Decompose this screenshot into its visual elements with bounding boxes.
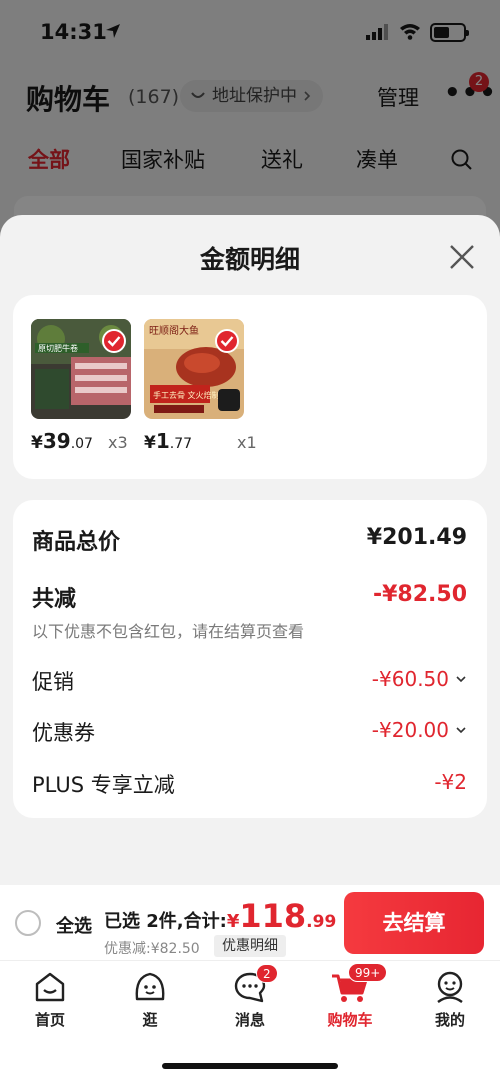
coupon-row-toggle[interactable]: -¥20.00 <box>372 718 467 742</box>
total-reduction-value: -¥82.50 <box>372 582 467 607</box>
home-icon <box>35 972 65 1002</box>
profile-icon <box>437 971 463 1003</box>
total-reduction-label: 共减 <box>32 587 77 612</box>
amount-detail-sheet: 金额明细 原切肥牛卷 ¥39.07 x3 旺顺阁大鱼 手工去骨 文火焙制 ¥1.… <box>0 215 500 890</box>
promotion-row-toggle[interactable]: -¥60.50 <box>372 667 467 691</box>
goods-total-label: 商品总价 <box>32 530 121 555</box>
checked-badge-icon <box>215 329 239 353</box>
home-indicator <box>162 1063 338 1069</box>
cart-badge: 99+ <box>348 963 388 982</box>
discount-note: 以下优惠不包含红包，请在结算页查看 <box>32 622 305 641</box>
checkout-button[interactable]: 去结算 <box>344 892 484 954</box>
tab-browse[interactable]: 逛 <box>110 969 190 1030</box>
tab-home[interactable]: 首页 <box>10 969 90 1030</box>
item-quantity: x1 <box>237 433 257 452</box>
sheet-title: 金额明细 <box>199 245 300 274</box>
price-summary-card: 商品总价 ¥201.49 共减 -¥82.50 以下优惠不包含红包，请在结算页查… <box>13 500 487 818</box>
promotion-value: -¥60.50 <box>371 667 449 691</box>
checkout-bar: 全选 已选 2件,合计: ¥118.99 优惠减:¥82.50 优惠明细 去结算 <box>0 885 500 960</box>
tab-profile[interactable]: 我的 <box>410 969 490 1030</box>
saved-amount: 优惠减:¥82.50 <box>104 941 200 957</box>
plus-discount-label: PLUS 专享立减 <box>32 773 175 797</box>
selected-total: 已选 2件,合计: ¥118.99 <box>104 897 337 935</box>
plus-discount-value: -¥2 <box>434 770 467 794</box>
tab-cart[interactable]: 购物车 99+ <box>310 963 390 1030</box>
thumbnail-caption: 原切肥牛卷 <box>38 343 78 353</box>
select-all-checkbox[interactable] <box>15 910 41 936</box>
coupon-label: 优惠券 <box>32 721 95 745</box>
discount-detail-button[interactable]: 优惠明细 <box>214 935 286 957</box>
message-badge: 2 <box>256 964 278 983</box>
thumbnail-caption: 旺顺阁大鱼 <box>149 324 199 337</box>
coupon-value: -¥20.00 <box>371 718 449 742</box>
goods-total-value: ¥201.49 <box>366 525 467 550</box>
promotion-label: 促销 <box>32 670 74 694</box>
selected-count-label: 已选 2件,合计: <box>104 911 227 932</box>
total-amount: 118 <box>239 897 307 935</box>
item-price: ¥1.77 <box>144 429 193 453</box>
checked-badge-icon <box>102 329 126 353</box>
thumbnail-banner: 手工去骨 文火焙制 <box>153 390 220 400</box>
chevron-down-icon <box>456 727 466 734</box>
item-price: ¥39.07 <box>31 429 93 453</box>
selected-items-card: 原切肥牛卷 ¥39.07 x3 旺顺阁大鱼 手工去骨 文火焙制 ¥1.77 x1 <box>13 295 487 479</box>
tab-messages[interactable]: 消息 2 <box>210 964 290 1030</box>
browse-face-icon <box>135 972 165 1001</box>
item-quantity: x3 <box>108 433 128 452</box>
select-all-label[interactable]: 全选 <box>56 912 92 938</box>
close-icon[interactable] <box>446 241 478 273</box>
chevron-down-icon <box>456 676 466 683</box>
